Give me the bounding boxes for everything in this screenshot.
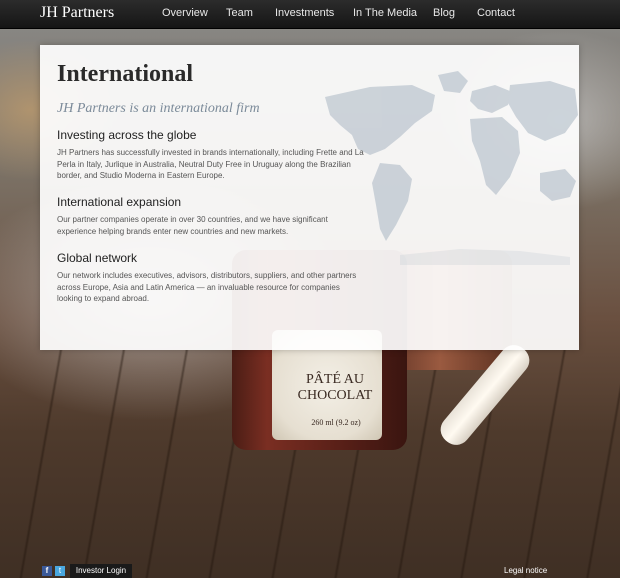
nav-blog[interactable]: Blog — [433, 7, 455, 19]
twitter-icon[interactable]: t — [55, 566, 65, 576]
section-heading-network: Global network — [57, 251, 138, 265]
page-subtitle: JH Partners is an international firm — [57, 101, 260, 116]
investor-login-link[interactable]: Investor Login — [70, 564, 132, 578]
jar-label-volume: 260 ml (9.2 oz) — [311, 418, 361, 427]
page-title: International — [57, 61, 194, 87]
nav-contact[interactable]: Contact — [477, 7, 515, 19]
legal-notice-link[interactable]: Legal notice — [504, 566, 547, 575]
top-navigation: JH Partners Overview Team Investments In… — [0, 0, 620, 29]
section-body-network: Our network includes executives, advisor… — [57, 271, 357, 303]
nav-investments[interactable]: Investments — [275, 7, 334, 19]
section-body-investing: JH Partners has successfully invested in… — [57, 148, 364, 180]
section-body-expansion: Our partner companies operate in over 30… — [57, 215, 328, 236]
nav-links: Overview Team Investments In The Media B… — [0, 7, 620, 23]
section-heading-investing: Investing across the globe — [57, 128, 197, 142]
nav-in-the-media[interactable]: In The Media — [353, 7, 417, 19]
section-heading-expansion: International expansion — [57, 195, 182, 209]
facebook-icon[interactable]: f — [42, 566, 52, 576]
content-panel: International JH Partners is an internat… — [40, 45, 579, 350]
nav-overview[interactable]: Overview — [162, 7, 208, 19]
social-links: f t — [42, 566, 68, 578]
jar-label-title: PÂTÉ AU CHOCOLAT — [297, 372, 373, 403]
nav-team[interactable]: Team — [226, 7, 253, 19]
